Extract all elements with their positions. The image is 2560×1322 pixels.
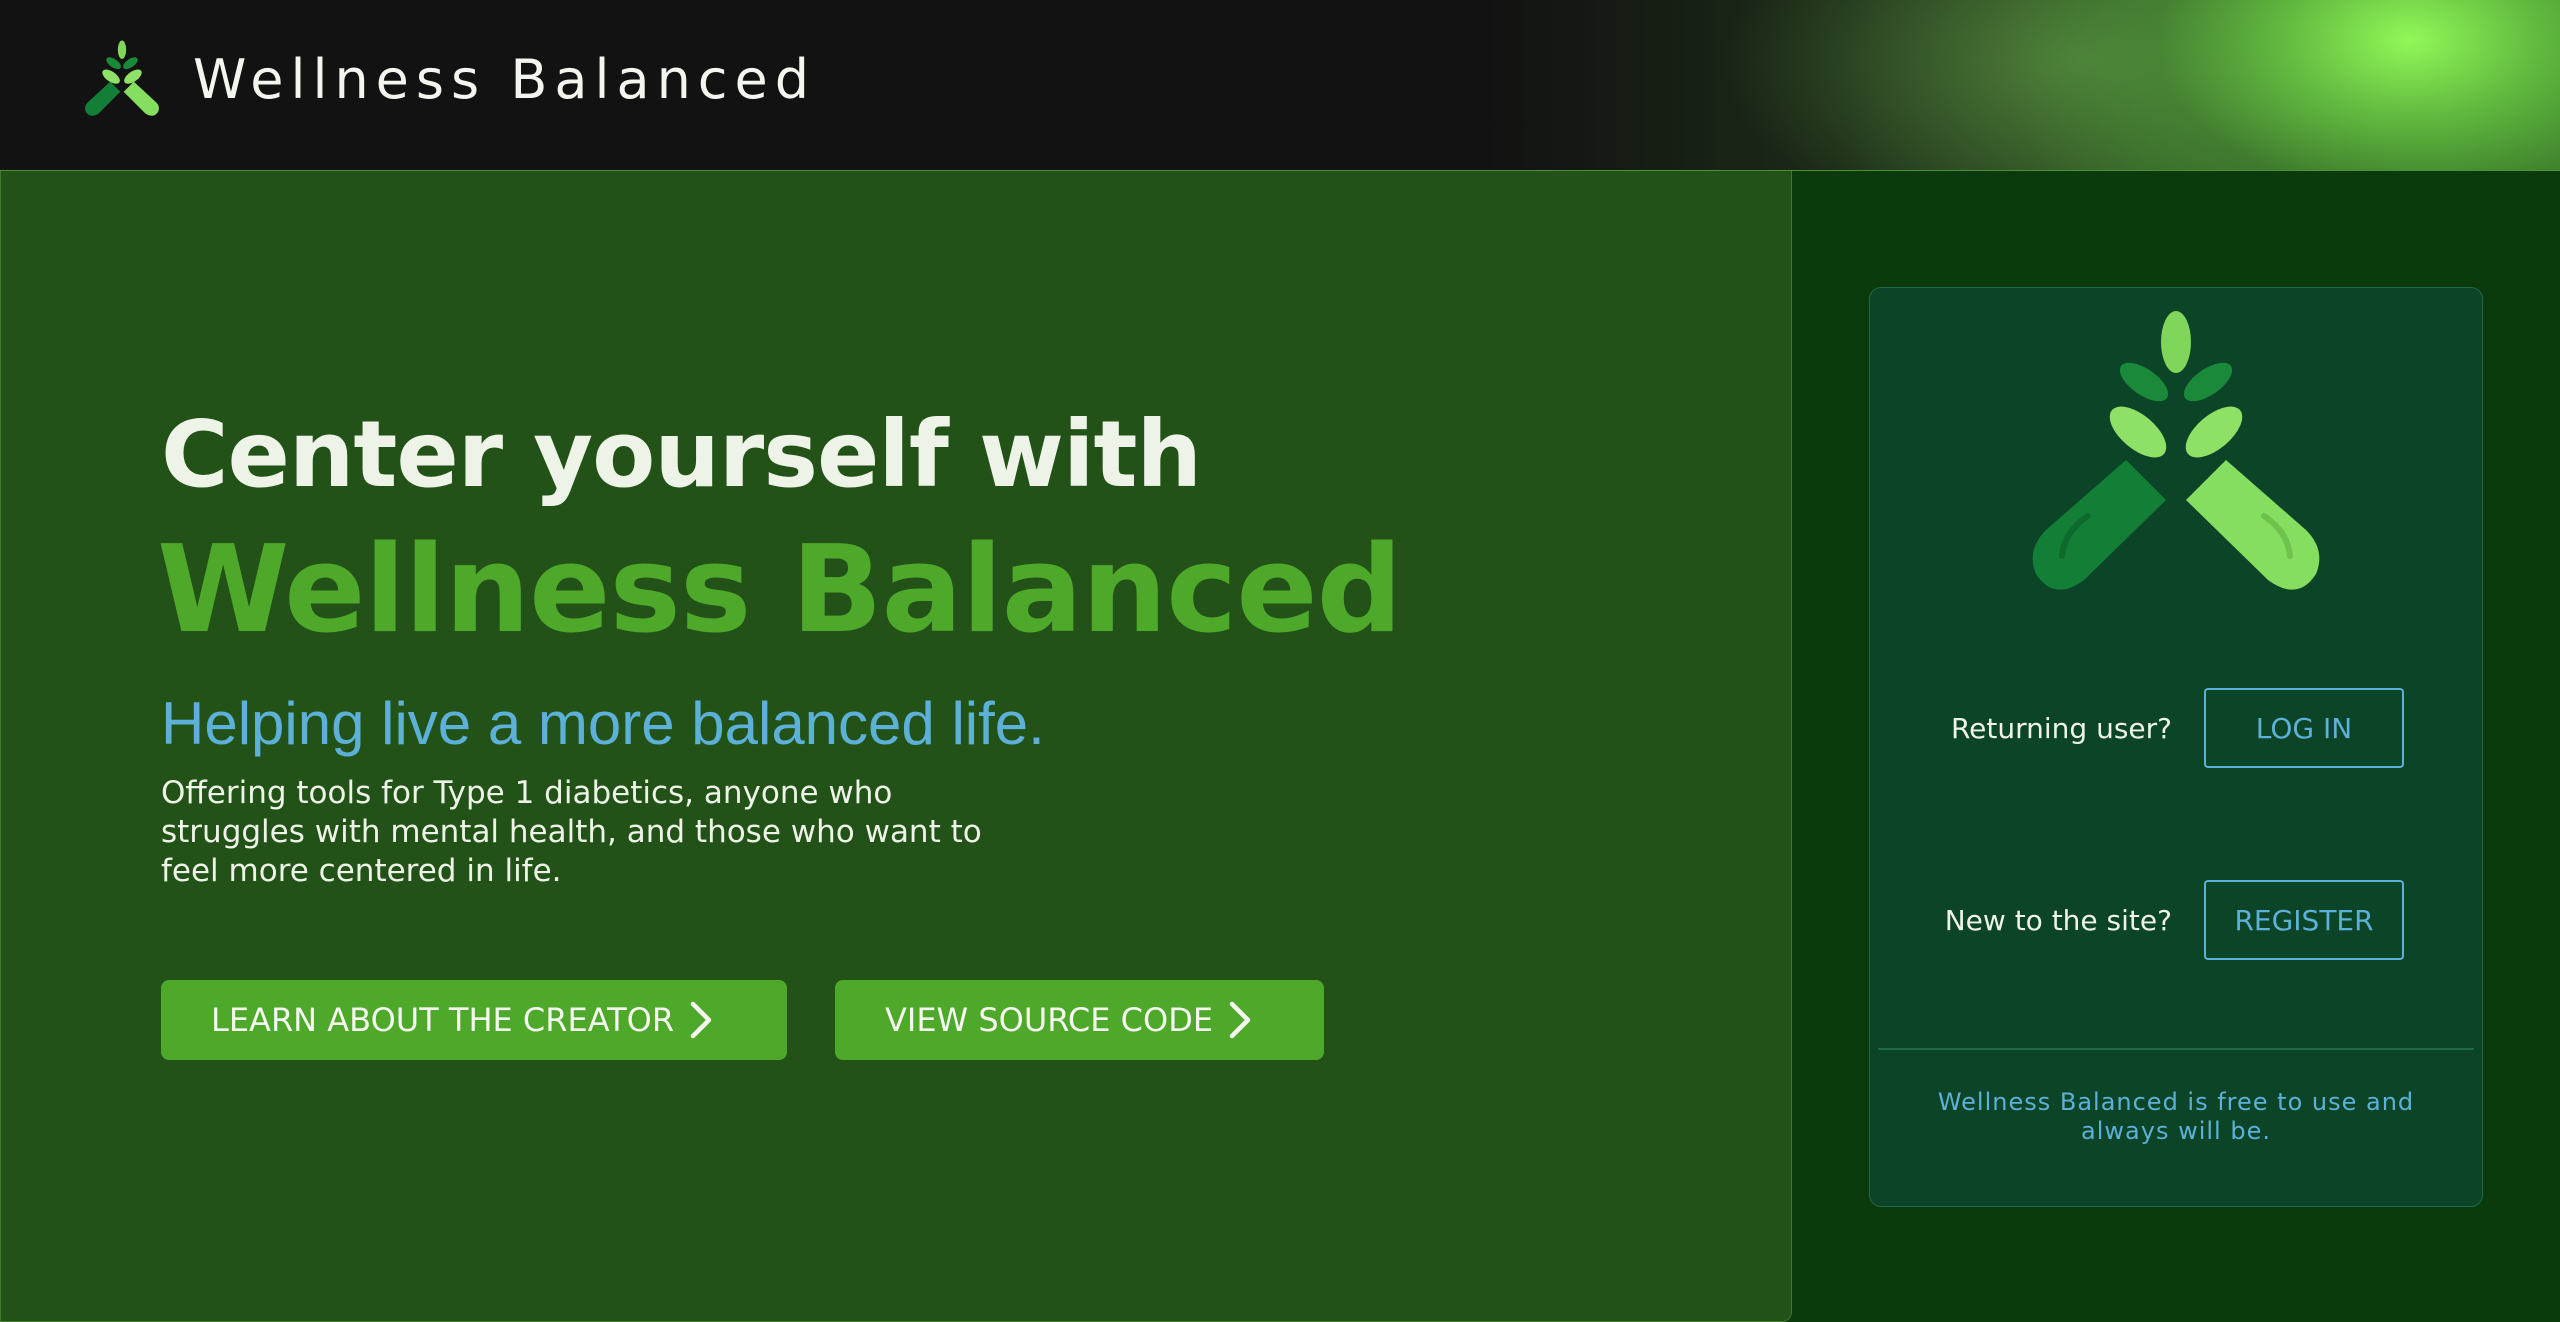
leaf-capsule-logo-icon[interactable]	[80, 38, 164, 122]
card-divider	[1878, 1048, 2474, 1050]
auth-card: Returning user? LOG IN New to the site? …	[1869, 287, 2483, 1207]
view-source-code-label: VIEW SOURCE CODE	[885, 1001, 1214, 1039]
hero-tagline: Helping live a more balanced life.	[161, 690, 1045, 757]
site-header: Wellness Balanced	[0, 0, 2560, 171]
register-row: New to the site? REGISTER	[1945, 880, 2404, 960]
register-button[interactable]: REGISTER	[2204, 880, 2404, 960]
chevron-right-icon	[690, 1001, 712, 1039]
chevron-right-icon	[1229, 1001, 1251, 1039]
view-source-code-button[interactable]: VIEW SOURCE CODE	[835, 980, 1324, 1060]
hero-brand-name: Wellness Balanced	[157, 521, 1403, 660]
login-button[interactable]: LOG IN	[2204, 688, 2404, 768]
login-prompt: Returning user?	[1950, 711, 2172, 745]
register-prompt: New to the site?	[1944, 903, 2172, 937]
leaf-capsule-logo-icon	[2032, 311, 2320, 590]
hero-panel: Center yourself with Wellness Balanced H…	[0, 171, 1792, 1322]
free-to-use-note: Wellness Balanced is free to use and alw…	[1937, 1088, 2415, 1145]
hero-heading: Center yourself with	[161, 401, 1202, 508]
learn-about-creator-button[interactable]: LEARN ABOUT THE CREATOR	[161, 980, 787, 1060]
login-row: Returning user? LOG IN	[1951, 688, 2404, 768]
hero-description: Offering tools for Type 1 diabetics, any…	[161, 775, 982, 889]
site-title[interactable]: Wellness Balanced	[193, 48, 816, 111]
learn-about-creator-label: LEARN ABOUT THE CREATOR	[211, 1001, 675, 1039]
